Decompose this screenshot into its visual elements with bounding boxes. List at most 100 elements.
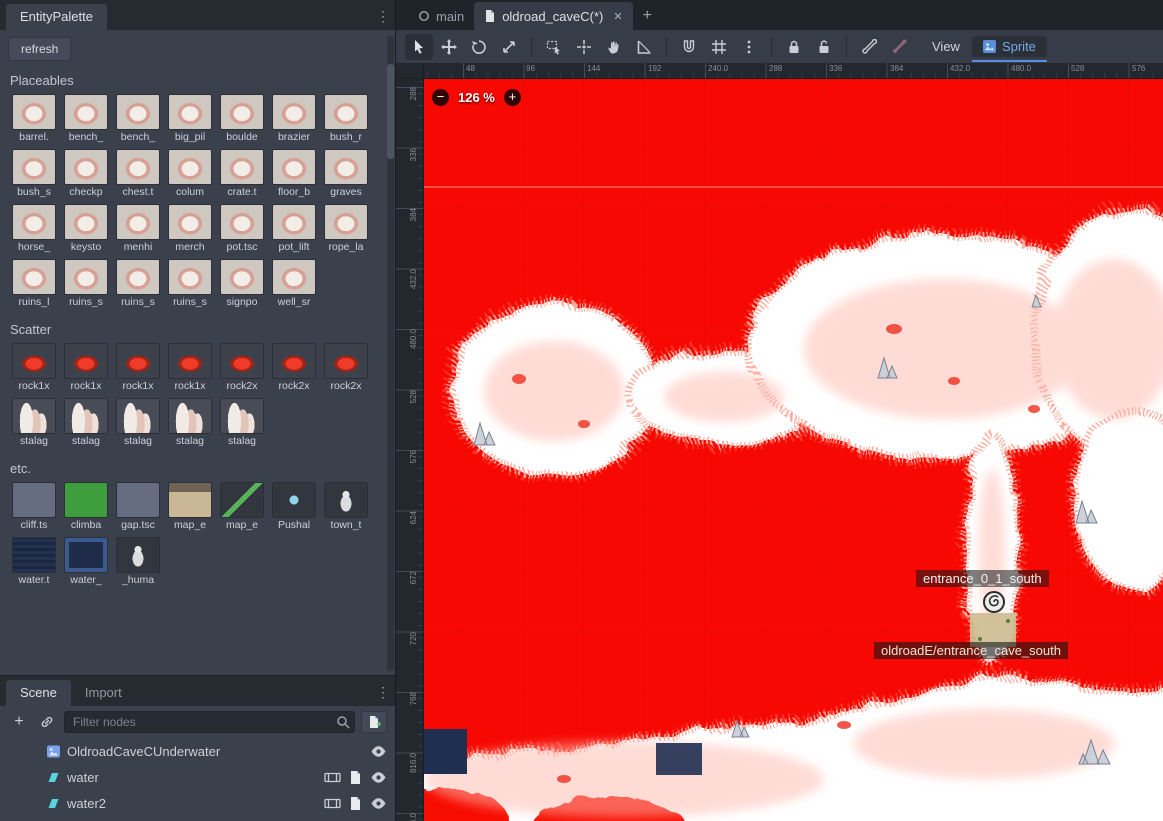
eye-icon[interactable] — [370, 796, 387, 811]
palette-item[interactable]: water.t — [8, 537, 60, 586]
palette-item[interactable]: colum — [164, 149, 216, 198]
filter-nodes-input[interactable] — [64, 711, 355, 733]
palette-item[interactable]: bush_r — [320, 94, 372, 143]
eye-icon[interactable] — [370, 744, 387, 759]
attach-script-button[interactable] — [361, 711, 387, 733]
palette-item[interactable]: merch — [164, 204, 216, 253]
scale-mode-button[interactable] — [495, 34, 523, 60]
close-tab-icon[interactable]: ✕ — [613, 10, 622, 23]
zoom-in-button[interactable]: + — [504, 89, 521, 106]
select-mode-button[interactable] — [405, 34, 433, 60]
tab-oldroad-cavec[interactable]: oldroad_caveC(*) ✕ — [474, 2, 632, 30]
palette-item[interactable]: rope_la — [320, 204, 372, 253]
instance-scene-button[interactable] — [36, 711, 58, 733]
tab-scene[interactable]: Scene — [6, 680, 71, 706]
palette-item[interactable]: rock2x — [216, 343, 268, 392]
palette-item[interactable]: Pushal — [268, 482, 320, 531]
new-tab-button[interactable]: + — [633, 2, 662, 30]
snap-options-button[interactable] — [735, 34, 763, 60]
skeleton-options-button[interactable] — [885, 34, 913, 60]
palette-item[interactable]: ruins_s — [164, 259, 216, 308]
palette-item[interactable]: ruins_s — [60, 259, 112, 308]
rotate-mode-button[interactable] — [465, 34, 493, 60]
palette-item[interactable]: stalag — [164, 398, 216, 447]
panel-menu-icon[interactable]: ⋮ — [371, 678, 395, 706]
script-icon[interactable] — [347, 770, 364, 785]
palette-item[interactable]: stalag — [112, 398, 164, 447]
zoom-level[interactable]: 126 % — [458, 90, 495, 105]
film-icon[interactable] — [324, 796, 341, 811]
palette-item[interactable]: rock1x — [164, 343, 216, 392]
palette-item[interactable]: bush_s — [8, 149, 60, 198]
pivot-point-button[interactable] — [570, 34, 598, 60]
palette-item-thumbnail — [324, 482, 368, 518]
palette-item[interactable]: _huma — [112, 537, 164, 586]
pan-mode-button[interactable] — [600, 34, 628, 60]
palette-item[interactable]: boulde — [216, 94, 268, 143]
palette-item[interactable]: pot_lift — [268, 204, 320, 253]
palette-item[interactable]: big_pil — [164, 94, 216, 143]
panel-menu-icon[interactable]: ⋮ — [371, 2, 395, 30]
palette-item[interactable]: rock1x — [8, 343, 60, 392]
list-select-button[interactable] — [540, 34, 568, 60]
palette-item[interactable]: floor_b — [268, 149, 320, 198]
palette-item[interactable]: signpo — [216, 259, 268, 308]
palette-item[interactable]: rock1x — [112, 343, 164, 392]
sprite-context-button[interactable]: Sprite — [972, 36, 1047, 57]
palette-item[interactable]: town_t — [320, 482, 372, 531]
script-plus-icon — [367, 715, 381, 729]
scrollbar-thumb[interactable] — [387, 64, 394, 159]
palette-item[interactable]: cliff.ts — [8, 482, 60, 531]
tab-main[interactable]: main — [408, 2, 474, 30]
palette-item[interactable]: stalag — [60, 398, 112, 447]
palette-item[interactable]: rock2x — [268, 343, 320, 392]
palette-item[interactable]: ruins_l — [8, 259, 60, 308]
palette-item[interactable]: map_e — [216, 482, 268, 531]
scene-tree-row[interactable]: water — [0, 764, 395, 790]
palette-item[interactable]: rock1x — [60, 343, 112, 392]
scene-tree-row[interactable]: water2 — [0, 790, 395, 816]
palette-item[interactable]: stalag — [216, 398, 268, 447]
palette-item[interactable]: barrel. — [8, 94, 60, 143]
add-node-button[interactable]: + — [8, 711, 30, 733]
ruler-mode-button[interactable] — [630, 34, 658, 60]
skeleton-button[interactable] — [855, 34, 883, 60]
view-menu-button[interactable]: View — [932, 39, 960, 54]
zoom-out-button[interactable]: − — [432, 89, 449, 106]
palette-item[interactable]: graves — [320, 149, 372, 198]
palette-item[interactable]: water_ — [60, 537, 112, 586]
film-icon[interactable] — [324, 770, 341, 785]
palette-item[interactable]: stalag — [8, 398, 60, 447]
palette-item[interactable]: horse_ — [8, 204, 60, 253]
palette-item[interactable]: pot.tsc — [216, 204, 268, 253]
tab-entity-palette[interactable]: EntityPalette — [6, 4, 107, 30]
refresh-button[interactable]: refresh — [8, 37, 71, 61]
scene-tree-row[interactable]: OldroadCaveCUnderwater — [0, 738, 395, 764]
palette-item[interactable]: rock2x — [320, 343, 372, 392]
palette-item[interactable]: crate.t — [216, 149, 268, 198]
entrance-marker-icon[interactable] — [982, 590, 1006, 614]
2d-viewport[interactable]: − 126 % + entrance_0_1_south oldroadE/en… — [424, 79, 1163, 821]
scene-tree-row[interactable] — [0, 816, 395, 821]
palette-item[interactable]: keysto — [60, 204, 112, 253]
palette-item[interactable]: brazier — [268, 94, 320, 143]
palette-item[interactable]: map_e — [164, 482, 216, 531]
lock-object-button[interactable] — [780, 34, 808, 60]
smart-snap-button[interactable] — [675, 34, 703, 60]
palette-item[interactable]: menhi — [112, 204, 164, 253]
palette-item[interactable]: checkp — [60, 149, 112, 198]
palette-item[interactable]: gap.tsc — [112, 482, 164, 531]
palette-item[interactable]: bench_ — [60, 94, 112, 143]
unlock-object-button[interactable] — [810, 34, 838, 60]
move-mode-button[interactable] — [435, 34, 463, 60]
grid-snap-button[interactable] — [705, 34, 733, 60]
palette-item[interactable]: chest.t — [112, 149, 164, 198]
palette-item[interactable]: well_sr — [268, 259, 320, 308]
tab-import[interactable]: Import — [71, 680, 136, 706]
eye-icon[interactable] — [370, 770, 387, 785]
script-icon[interactable] — [347, 796, 364, 811]
palette-scrollbar[interactable] — [387, 36, 394, 671]
palette-item[interactable]: bench_ — [112, 94, 164, 143]
palette-item[interactable]: climba — [60, 482, 112, 531]
palette-item[interactable]: ruins_s — [112, 259, 164, 308]
